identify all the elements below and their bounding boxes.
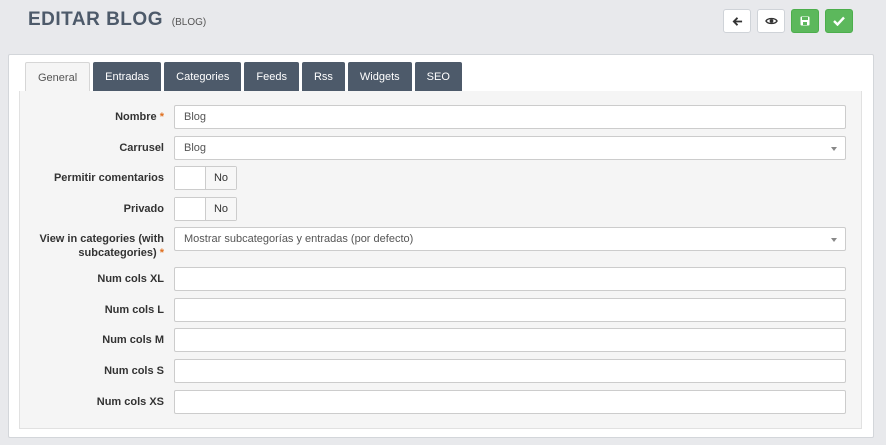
row-cols-s: Num cols S [20, 359, 863, 383]
toggle-state: No [206, 167, 236, 189]
chevron-down-icon [831, 147, 837, 151]
row-carrusel: Carrusel Blog [20, 136, 863, 160]
toggle-knob [175, 198, 206, 220]
row-privado: Privado No [20, 197, 863, 221]
privado-label: Privado [123, 203, 164, 215]
preview-button[interactable] [757, 9, 785, 33]
form-area: Nombre * Blog Carrusel Blog Permitir com… [19, 91, 862, 429]
row-view-in-categories: View in categories (with subcategories) … [20, 227, 863, 260]
arrow-left-icon [732, 16, 742, 26]
toggle-state: No [206, 198, 236, 220]
required-marker: * [159, 111, 164, 123]
cols-s-input[interactable] [174, 359, 846, 383]
tab-feeds[interactable]: Feeds [244, 62, 299, 92]
tab-general[interactable]: General [25, 62, 91, 92]
cols-s-label: Num cols S [104, 365, 164, 377]
tab-bar: General Entradas Categories Feeds Rss Wi… [25, 62, 465, 92]
row-cols-xl: Num cols XL [20, 267, 863, 291]
page-title: EDITAR BLOG (BLOG) [28, 9, 206, 31]
comentarios-toggle[interactable]: No [174, 166, 237, 190]
page-header: EDITAR BLOG (BLOG) [0, 0, 886, 50]
cols-l-label: Num cols L [104, 304, 164, 316]
page-subtitle: (BLOG) [171, 17, 207, 28]
toggle-knob [175, 167, 206, 189]
privado-toggle[interactable]: No [174, 197, 237, 221]
tab-rss[interactable]: Rss [301, 62, 345, 92]
back-button[interactable] [723, 9, 751, 33]
row-cols-m: Num cols M [20, 328, 863, 352]
cols-xl-input[interactable] [174, 267, 846, 291]
tab-seo[interactable]: SEO [414, 62, 462, 92]
comentarios-label: Permitir comentarios [53, 172, 164, 184]
carrusel-label: Carrusel [119, 142, 164, 154]
eye-icon [764, 17, 778, 25]
view-in-categories-label: View in categories (with subcategories) … [39, 233, 165, 259]
page-title-text: EDITAR BLOG [28, 9, 163, 30]
view-in-categories-select[interactable]: Mostrar subcategorías y entradas (por de… [174, 227, 846, 251]
cols-xl-label: Num cols XL [97, 273, 164, 285]
cols-xs-label: Num cols XS [96, 396, 164, 408]
header-actions [723, 9, 853, 33]
row-comentarios: Permitir comentarios No [20, 166, 863, 190]
row-cols-xs: Num cols XS [20, 390, 863, 414]
chevron-down-icon [831, 238, 837, 242]
nombre-label: Nombre * [115, 111, 164, 123]
required-marker: * [159, 247, 164, 259]
cols-m-label: Num cols M [102, 334, 164, 346]
tab-categories[interactable]: Categories [164, 62, 242, 92]
row-cols-l: Num cols L [20, 298, 863, 322]
save-button[interactable] [791, 9, 819, 33]
cols-m-input[interactable] [174, 328, 846, 352]
form-panel: General Entradas Categories Feeds Rss Wi… [8, 54, 874, 438]
row-nombre: Nombre * Blog [20, 105, 863, 129]
carrusel-select[interactable]: Blog [174, 136, 846, 160]
tab-entradas[interactable]: Entradas [93, 62, 162, 92]
tab-widgets[interactable]: Widgets [347, 62, 412, 92]
floppy-disk-icon [800, 16, 810, 26]
cols-l-input[interactable] [174, 298, 846, 322]
save-close-button[interactable] [825, 9, 853, 33]
cols-xs-input[interactable] [174, 390, 846, 414]
check-icon [833, 16, 845, 26]
nombre-input[interactable]: Blog [174, 105, 846, 129]
